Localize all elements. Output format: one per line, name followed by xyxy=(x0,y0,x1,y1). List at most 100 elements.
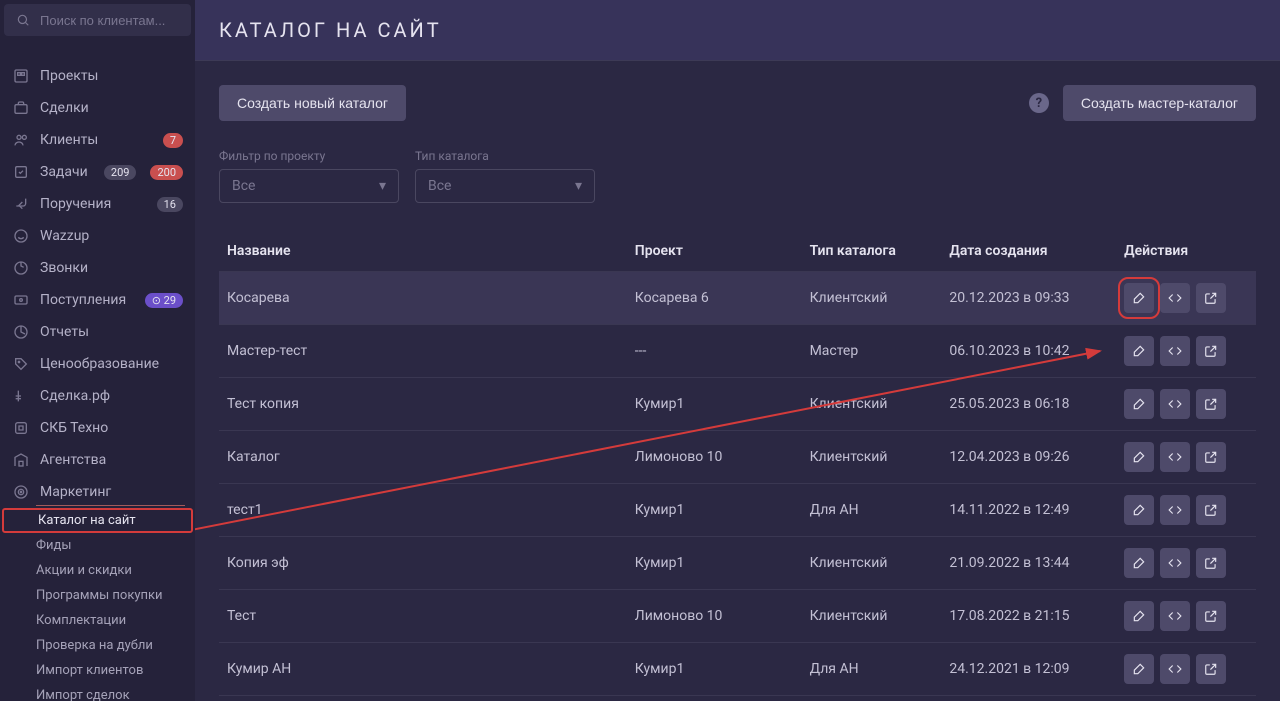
cell-project: Кумир1 xyxy=(627,378,802,431)
edit-button[interactable] xyxy=(1124,336,1154,366)
code-button[interactable] xyxy=(1160,601,1190,631)
nav-item-deal-rf[interactable]: Сделка.рф xyxy=(0,380,195,412)
cell-actions xyxy=(1116,378,1256,431)
nav-item-reports[interactable]: Отчеты xyxy=(0,316,195,348)
sub-item[interactable]: Импорт клиентов xyxy=(0,658,195,683)
top-actions: Создать новый каталог ? Создать мастер-к… xyxy=(219,85,1256,121)
nav-item-income[interactable]: Поступления ⊙ 29 xyxy=(0,284,195,316)
nav-item-agencies[interactable]: Агентства xyxy=(0,444,195,476)
cell-project: Кумир1 xyxy=(627,643,802,696)
caret-down-icon: ▾ xyxy=(575,178,582,194)
clients-icon xyxy=(12,131,30,149)
pricing-icon xyxy=(12,355,30,373)
code-button[interactable] xyxy=(1160,283,1190,313)
edit-button[interactable] xyxy=(1124,442,1154,472)
nav-item-deals[interactable]: Сделки xyxy=(0,92,195,124)
projects-icon xyxy=(12,67,30,85)
filter-project-label: Фильтр по проекту xyxy=(219,149,399,163)
right-actions: ? Создать мастер-каталог xyxy=(1029,85,1256,121)
code-button[interactable] xyxy=(1160,548,1190,578)
sub-item[interactable]: Комплектации xyxy=(0,608,195,633)
cell-actions xyxy=(1116,643,1256,696)
table-row[interactable]: Тест копия Кумир1 Клиентский 25.05.2023 … xyxy=(219,378,1256,431)
cell-name: Тест xyxy=(219,590,627,643)
nav-item-pricing[interactable]: Ценообразование xyxy=(0,348,195,380)
open-external-button[interactable] xyxy=(1196,654,1226,684)
code-button[interactable] xyxy=(1160,495,1190,525)
cell-actions xyxy=(1116,325,1256,378)
code-button[interactable] xyxy=(1160,336,1190,366)
nav-item-skb[interactable]: СКБ Техно xyxy=(0,412,195,444)
create-master-catalog-button[interactable]: Создать мастер-каталог xyxy=(1063,85,1256,121)
edit-button[interactable] xyxy=(1124,389,1154,419)
code-button[interactable] xyxy=(1160,654,1190,684)
open-external-button[interactable] xyxy=(1196,389,1226,419)
sub-item[interactable]: Программы покупки xyxy=(0,583,195,608)
cell-date: 25.05.2023 в 06:18 xyxy=(941,378,1116,431)
skb-icon xyxy=(12,419,30,437)
cell-actions xyxy=(1116,484,1256,537)
cell-date: 06.10.2023 в 10:42 xyxy=(941,325,1116,378)
filter-type: Тип каталога Все ▾ xyxy=(415,149,595,203)
open-external-button[interactable] xyxy=(1196,336,1226,366)
sub-item[interactable]: Каталог на сайт xyxy=(2,508,193,533)
main: КАТАЛОГ НА САЙТ Создать новый каталог ? … xyxy=(195,0,1280,701)
sub-item[interactable]: Акции и скидки xyxy=(0,558,195,583)
nav-item-wazzup[interactable]: Wazzup xyxy=(0,220,195,252)
search-input[interactable] xyxy=(40,13,195,28)
cell-project: --- xyxy=(627,325,802,378)
sub-item[interactable]: Фиды xyxy=(0,533,195,558)
filter-project-select[interactable]: Все ▾ xyxy=(219,169,399,203)
edit-button[interactable] xyxy=(1124,548,1154,578)
cell-actions xyxy=(1116,272,1256,325)
open-external-button[interactable] xyxy=(1196,283,1226,313)
table-row[interactable]: тест1 Кумир1 Для АН 14.11.2022 в 12:49 xyxy=(219,484,1256,537)
nav-label: Отчеты xyxy=(40,324,183,340)
open-external-button[interactable] xyxy=(1196,601,1226,631)
table-row[interactable]: Косарева Косарева 6 Клиентский 20.12.202… xyxy=(219,272,1256,325)
open-external-button[interactable] xyxy=(1196,548,1226,578)
nav-item-calls[interactable]: Звонки xyxy=(0,252,195,284)
sub-item[interactable]: Проверка на дубли xyxy=(0,633,195,658)
table-row[interactable]: Каталог Лимоново 10 Клиентский 12.04.202… xyxy=(219,431,1256,484)
nav-label: Сделки xyxy=(40,100,183,116)
table-row[interactable]: Кумир АН Кумир1 Для АН 24.12.2021 в 12:0… xyxy=(219,643,1256,696)
col-project: Проект xyxy=(627,231,802,272)
edit-button[interactable] xyxy=(1124,283,1154,313)
cell-date: 17.08.2022 в 21:15 xyxy=(941,590,1116,643)
search-icon xyxy=(14,11,32,29)
cell-project: Кумир1 xyxy=(627,537,802,590)
nav-item-marketing[interactable]: Маркетинг xyxy=(0,476,195,508)
code-button[interactable] xyxy=(1160,442,1190,472)
nav-item-assign[interactable]: Поручения16 xyxy=(0,188,195,220)
cell-date: 24.12.2021 в 12:09 xyxy=(941,696,1116,701)
catalog-table: Название Проект Тип каталога Дата создан… xyxy=(219,231,1256,701)
table-row[interactable]: Кумир ТЕСТ Кумир1 Клиентский 24.12.2021 … xyxy=(219,696,1256,701)
code-button[interactable] xyxy=(1160,389,1190,419)
cell-name: Косарева xyxy=(219,272,627,325)
assign-icon xyxy=(12,195,30,213)
open-external-button[interactable] xyxy=(1196,495,1226,525)
open-external-button[interactable] xyxy=(1196,442,1226,472)
create-catalog-button[interactable]: Создать новый каталог xyxy=(219,85,406,121)
cell-date: 12.04.2023 в 09:26 xyxy=(941,431,1116,484)
table-row[interactable]: Тест Лимоново 10 Клиентский 17.08.2022 в… xyxy=(219,590,1256,643)
nav-item-projects[interactable]: Проекты xyxy=(0,60,195,92)
nav-item-clients[interactable]: Клиенты7 xyxy=(0,124,195,156)
cell-type: Для АН xyxy=(802,643,942,696)
cell-type: Клиентский xyxy=(802,590,942,643)
sub-item[interactable]: Импорт сделок xyxy=(0,683,195,701)
nav-label: Поступления xyxy=(40,292,131,308)
help-icon[interactable]: ? xyxy=(1029,93,1049,113)
cell-name: Копия эф xyxy=(219,537,627,590)
filter-type-select[interactable]: Все ▾ xyxy=(415,169,595,203)
badge: ⊙ 29 xyxy=(145,293,183,308)
search-box[interactable] xyxy=(4,4,191,36)
edit-button[interactable] xyxy=(1124,654,1154,684)
table-row[interactable]: Копия эф Кумир1 Клиентский 21.09.2022 в … xyxy=(219,537,1256,590)
edit-button[interactable] xyxy=(1124,601,1154,631)
table-row[interactable]: Мастер-тест --- Мастер 06.10.2023 в 10:4… xyxy=(219,325,1256,378)
nav-item-tasks[interactable]: Задачи209200 xyxy=(0,156,195,188)
nav-label: Сделка.рф xyxy=(40,388,183,404)
edit-button[interactable] xyxy=(1124,495,1154,525)
